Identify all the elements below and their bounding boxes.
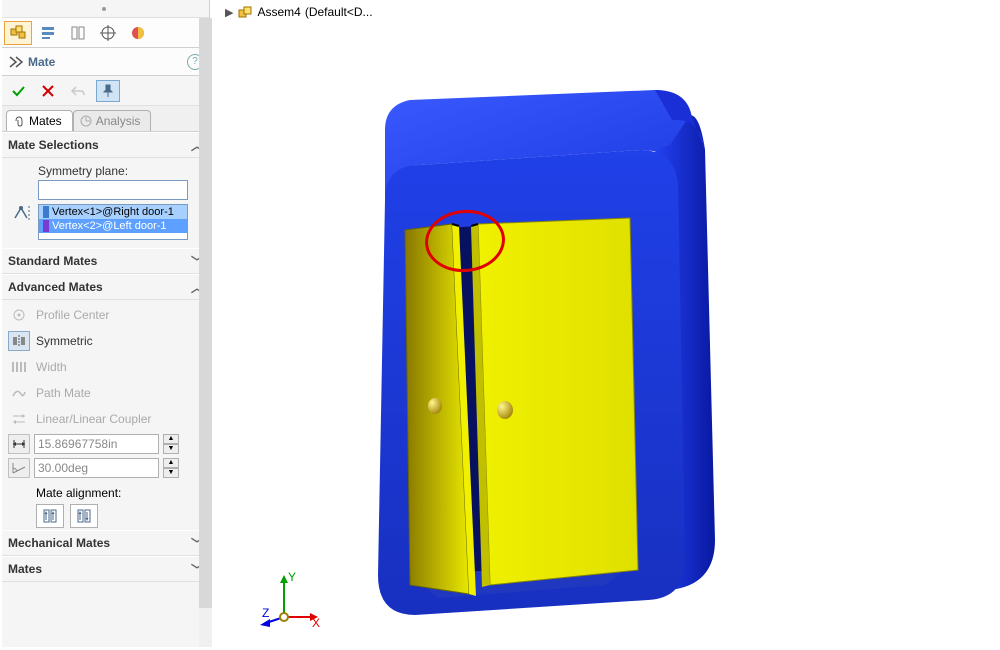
command-title: Mate [28,55,187,69]
configuration-manager-tab[interactable] [64,21,92,45]
aligned-icon [41,508,59,524]
option-width[interactable]: Width [6,354,205,380]
symmetric-icon [11,334,27,348]
feature-manager-tab[interactable] [4,21,32,45]
mate-tabs: Mates Analysis [2,106,209,132]
angle-icon [8,458,30,478]
distance-icon [8,434,30,454]
angle-input[interactable] [34,458,159,478]
manager-tabs [2,18,209,48]
tab-analysis-label: Analysis [96,114,141,128]
tab-mates-label: Mates [29,114,62,128]
section-mates-label: Mates [8,562,42,576]
breadcrumb-config[interactable]: (Default<D... [305,5,373,19]
option-symmetric-label: Symmetric [36,334,93,348]
distance-row: ▲▼ [6,432,205,456]
mate-icon [8,55,24,69]
section-standard-mates-label: Standard Mates [8,254,97,268]
pin-button[interactable] [96,80,120,102]
display-manager-tab[interactable] [124,21,152,45]
symmetry-plane-label: Symmetry plane: [38,164,203,178]
entities-listbox[interactable]: Vertex<1>@Right door-1 Vertex<2>@Left do… [38,204,188,240]
section-standard-mates[interactable]: Standard Mates ﹀ [2,248,209,274]
cancel-button[interactable] [36,80,60,102]
svg-text:Z: Z [262,606,269,620]
property-manager-panel: Mate ? Mates Analysis Mate Selections ︿ … [2,0,210,647]
section-mechanical-mates-label: Mechanical Mates [8,536,110,550]
width-icon [11,360,27,374]
option-linear-coupler-label: Linear/Linear Coupler [36,412,151,426]
mate-alignment-label: Mate alignment: [36,486,205,500]
distance-input[interactable] [34,434,159,454]
view-triad[interactable]: Y X Z [260,569,320,629]
option-symmetric[interactable]: Symmetric [6,328,205,354]
angle-spinner[interactable]: ▲▼ [163,458,179,478]
option-profile-center[interactable]: Profile Center [6,302,205,328]
option-path-mate-label: Path Mate [36,386,91,400]
distance-spinner[interactable]: ▲▼ [163,434,179,454]
entity-item-2[interactable]: Vertex<2>@Left door-1 [39,219,187,233]
property-manager-tab[interactable] [34,21,62,45]
command-actions [2,76,209,106]
path-mate-icon [11,386,27,400]
alignment-aligned-button[interactable] [36,504,64,528]
option-linear-coupler[interactable]: Linear/Linear Coupler [6,406,205,432]
anti-aligned-icon [75,508,93,524]
breadcrumb[interactable]: ▶ Assem4 (Default<D... [225,4,373,20]
symmetry-plane-input[interactable] [38,180,188,200]
section-mechanical-mates[interactable]: Mechanical Mates ﹀ [2,530,209,556]
assembly-icon [237,4,253,20]
dimxpert-manager-tab[interactable] [94,21,122,45]
paperclip-icon [13,115,25,127]
graph-icon [80,115,92,127]
alignment-anti-aligned-button[interactable] [70,504,98,528]
section-advanced-mates-label: Advanced Mates [8,280,103,294]
entities-icon [13,204,33,222]
section-mate-selections-label: Mate Selections [8,138,99,152]
undo-button[interactable] [66,80,90,102]
model-render [210,0,1000,647]
svg-text:X: X [312,616,320,629]
graphics-viewport[interactable]: Y X Z [210,0,1000,647]
breadcrumb-assembly-name[interactable]: Assem4 [257,5,300,19]
breadcrumb-arrow-icon: ▶ [225,6,233,19]
section-advanced-mates[interactable]: Advanced Mates ︿ [2,274,209,300]
angle-row: ▲▼ [6,456,205,480]
section-mate-selections[interactable]: Mate Selections ︿ [2,132,209,158]
panel-scrollbar[interactable] [199,18,212,647]
svg-text:Y: Y [288,570,296,584]
panel-grip-bar[interactable] [2,0,209,18]
section-mates[interactable]: Mates ﹀ [2,556,209,582]
tab-mates[interactable]: Mates [6,110,73,131]
option-width-label: Width [36,360,67,374]
tab-analysis[interactable]: Analysis [73,110,152,131]
linear-coupler-icon [11,412,27,426]
option-profile-center-label: Profile Center [36,308,109,322]
ok-button[interactable] [6,80,30,102]
option-path-mate[interactable]: Path Mate [6,380,205,406]
entity-item-1[interactable]: Vertex<1>@Right door-1 [39,205,187,219]
profile-center-icon [11,308,27,322]
command-header: Mate ? [2,48,209,76]
